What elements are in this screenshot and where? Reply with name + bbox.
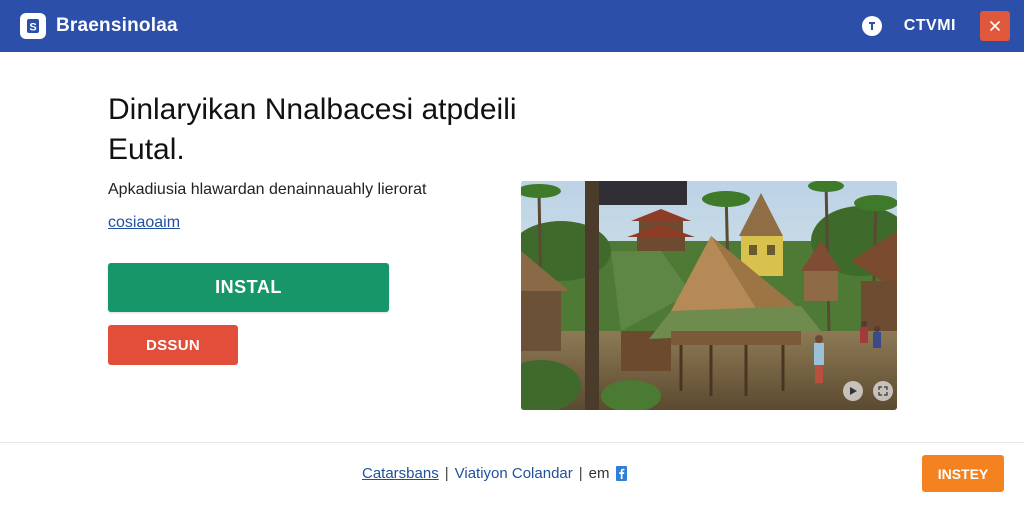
play-icon[interactable] [843,381,863,401]
title-line-2: Eutal. [108,133,185,166]
install-button[interactable]: INSTAL [108,263,389,312]
footer-link-calendar[interactable]: Viatiyon Colandar [455,465,573,482]
footer-item-em[interactable]: em [589,465,610,482]
footer-links: Catarsbans | Viatiyon Colandar | em [362,465,627,482]
footer-divider [0,442,1024,443]
close-button[interactable] [980,11,1010,41]
description-text: Apkadiusia hlawardan denainnauahly liero… [108,181,427,198]
learn-more-link[interactable]: cosiaoaim [108,214,180,232]
brand-logo-icon: S [20,13,46,39]
svg-text:S: S [29,22,36,34]
top-bar: S Braensinolaa CTVMI [0,0,1024,52]
footer-separator: | [444,465,449,482]
title-line-1: Dinlaryikan Nnalbacesi atpdeili [108,93,517,126]
account-label[interactable]: CTVMI [904,17,956,35]
social-icon[interactable] [615,466,627,481]
help-icon[interactable] [861,16,882,36]
brand[interactable]: S Braensinolaa [20,13,178,39]
footer-separator: | [578,465,583,482]
dismiss-button[interactable]: DSSUN [108,325,238,365]
footer-install-button[interactable]: INSTEY [922,455,1004,492]
brand-name: Braensinolaa [56,15,178,36]
close-icon [989,20,1001,32]
install-prompt-page: S Braensinolaa CTVMI Dinlaryikan Nnalbac… [0,0,1024,512]
expand-icon[interactable] [873,381,893,401]
page-title: Dinlaryikan Nnalbacesi atpdeili Eutal. [108,90,588,170]
header-actions: CTVMI [861,0,1010,52]
footer-link-catarsbans[interactable]: Catarsbans [362,465,439,482]
village-photo [521,181,897,410]
